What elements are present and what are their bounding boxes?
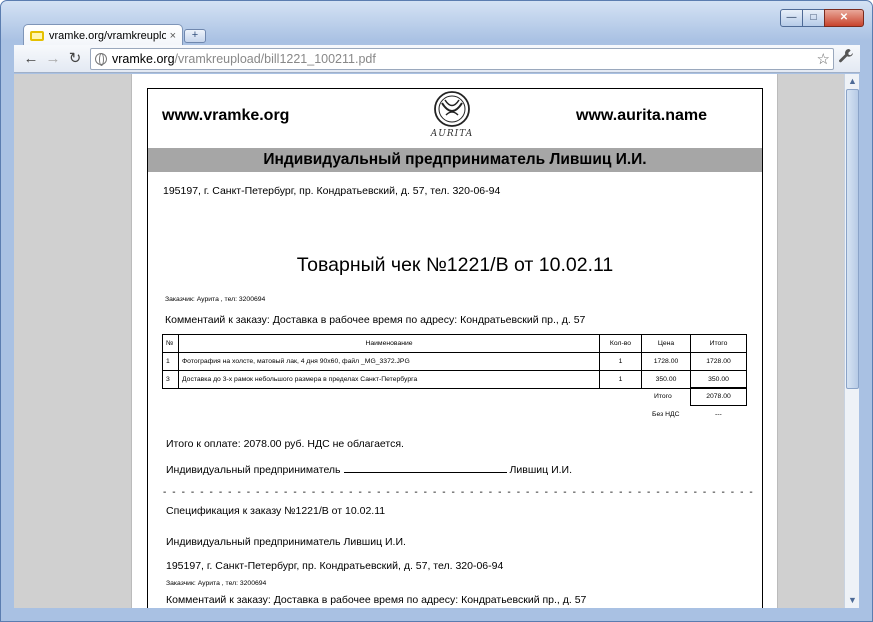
close-window-button[interactable]: ✕ — [824, 9, 864, 27]
scroll-down-arrow-icon[interactable]: ▼ — [846, 594, 859, 607]
cell-price: 1728.00 — [641, 352, 691, 371]
order-comment-2: Комментаий к заказу: Доставка в рабочее … — [166, 594, 587, 606]
cell-number: 1 — [162, 352, 179, 371]
browser-toolbar: ← → ↻ vramke.org/vramkreupload/bill1221_… — [14, 45, 860, 73]
signature-prefix: Индивидуальный предприниматель — [166, 464, 341, 476]
url-path: /vramkreupload/bill1221_100211.pdf — [174, 52, 376, 66]
col-header-number: № — [162, 334, 179, 353]
header-band: Индивидуальный предприниматель Лившиц И.… — [148, 148, 762, 172]
cut-line: - - - - - - - - - - - - - - - - - - - - … — [163, 487, 755, 498]
order-comment: Комментаий к заказу: Доставка в рабочее … — [165, 314, 586, 326]
logo-text: AURITA — [430, 129, 474, 139]
seller-address: 195197, г. Санкт-Петербург, пр. Кондрать… — [163, 185, 501, 197]
forward-arrow-icon[interactable]: → — [44, 50, 62, 68]
maximize-button[interactable]: □ — [802, 9, 825, 27]
pdf-page: www.vramke.org AURITA www.aurita.name Ин… — [131, 74, 778, 608]
cell-qty: 1 — [599, 352, 642, 371]
cell-name: Доставка до 3-х рамок небольшого размера… — [178, 370, 600, 389]
seller-name-2: Индивидуальный предприниматель Лившиц И.… — [166, 536, 406, 548]
cell-total: 350.00 — [690, 370, 747, 389]
browser-tab[interactable]: vramke.org/vramkreupload... × — [23, 24, 183, 46]
sum-value: 2078.00 — [690, 387, 747, 406]
bookmark-star-icon[interactable]: ☆ — [817, 50, 830, 68]
receipt-title: Товарный чек №1221/В от 10.02.11 — [296, 254, 614, 276]
table-row: 3 Доставка до 3-х рамок небольшого разме… — [162, 370, 747, 389]
col-header-price: Цена — [641, 334, 691, 353]
wrench-menu-icon[interactable] — [838, 48, 854, 68]
table-row: 1 Фотография на холсте, матовый лак, 4 д… — [162, 352, 747, 371]
pdf-page-icon — [30, 30, 44, 41]
reload-icon[interactable]: ↻ — [66, 50, 84, 68]
address-bar[interactable]: vramke.org/vramkreupload/bill1221_100211… — [90, 48, 834, 70]
pdf-viewer: www.vramke.org AURITA www.aurita.name Ин… — [14, 74, 844, 608]
back-arrow-icon[interactable]: ← — [22, 50, 40, 68]
vat-value: --- — [715, 411, 722, 418]
url-text[interactable]: vramke.org/vramkreupload/bill1221_100211… — [112, 52, 376, 66]
signature-line: Индивидуальный предприниматель Лившиц И.И… — [166, 463, 572, 476]
cell-price: 350.00 — [641, 370, 691, 389]
aurita-logo: AURITA — [402, 89, 502, 147]
browser-window: vramke.org/vramkreupload... × + — □ ✕ ← … — [0, 0, 873, 622]
aurita-emblem-icon — [434, 91, 470, 127]
scrollbar-thumb[interactable] — [846, 89, 859, 389]
col-header-qty: Кол-во — [599, 334, 642, 353]
customer-info: Заказчик: Аурита , тел: 3200694 — [165, 296, 266, 303]
table-header-row: № Наименование Кол-во Цена Итого — [162, 334, 747, 353]
vertical-scrollbar[interactable]: ▲ ▼ — [844, 74, 859, 608]
col-header-total: Итого — [690, 334, 747, 353]
site-left-text: www.vramke.org — [162, 107, 290, 124]
url-host: vramke.org — [112, 52, 175, 66]
tab-title: vramke.org/vramkreupload... — [49, 29, 166, 42]
tab-close-icon[interactable]: × — [170, 30, 176, 42]
scroll-up-arrow-icon[interactable]: ▲ — [846, 75, 859, 88]
vat-label: Без НДС — [652, 411, 680, 418]
signature-blank — [343, 463, 507, 473]
new-tab-button[interactable]: + — [184, 29, 206, 43]
sum-label: Итого — [654, 393, 672, 400]
site-right-text: www.aurita.name — [576, 107, 707, 124]
cell-number: 3 — [162, 370, 179, 389]
wrench-icon — [839, 49, 853, 63]
spec-title: Спецификация к заказу №1221/В от 10.02.1… — [166, 505, 386, 517]
items-table: № Наименование Кол-во Цена Итого 1 Фотог… — [162, 334, 747, 389]
col-header-name: Наименование — [178, 334, 600, 353]
total-to-pay: Итого к оплате: 2078.00 руб. НДС не обла… — [166, 438, 404, 450]
cell-name: Фотография на холсте, матовый лак, 4 дня… — [178, 352, 600, 371]
customer-info-2: Заказчик: Аурита , тел: 3200694 — [166, 580, 267, 587]
minimize-button[interactable]: — — [780, 9, 803, 27]
seller-address-2: 195197, г. Санкт-Петербург, пр. Кондрать… — [166, 560, 504, 572]
globe-icon — [95, 53, 107, 66]
signature-suffix: Лившиц И.И. — [509, 464, 573, 476]
cell-qty: 1 — [599, 370, 642, 389]
cell-total: 1728.00 — [690, 352, 747, 371]
